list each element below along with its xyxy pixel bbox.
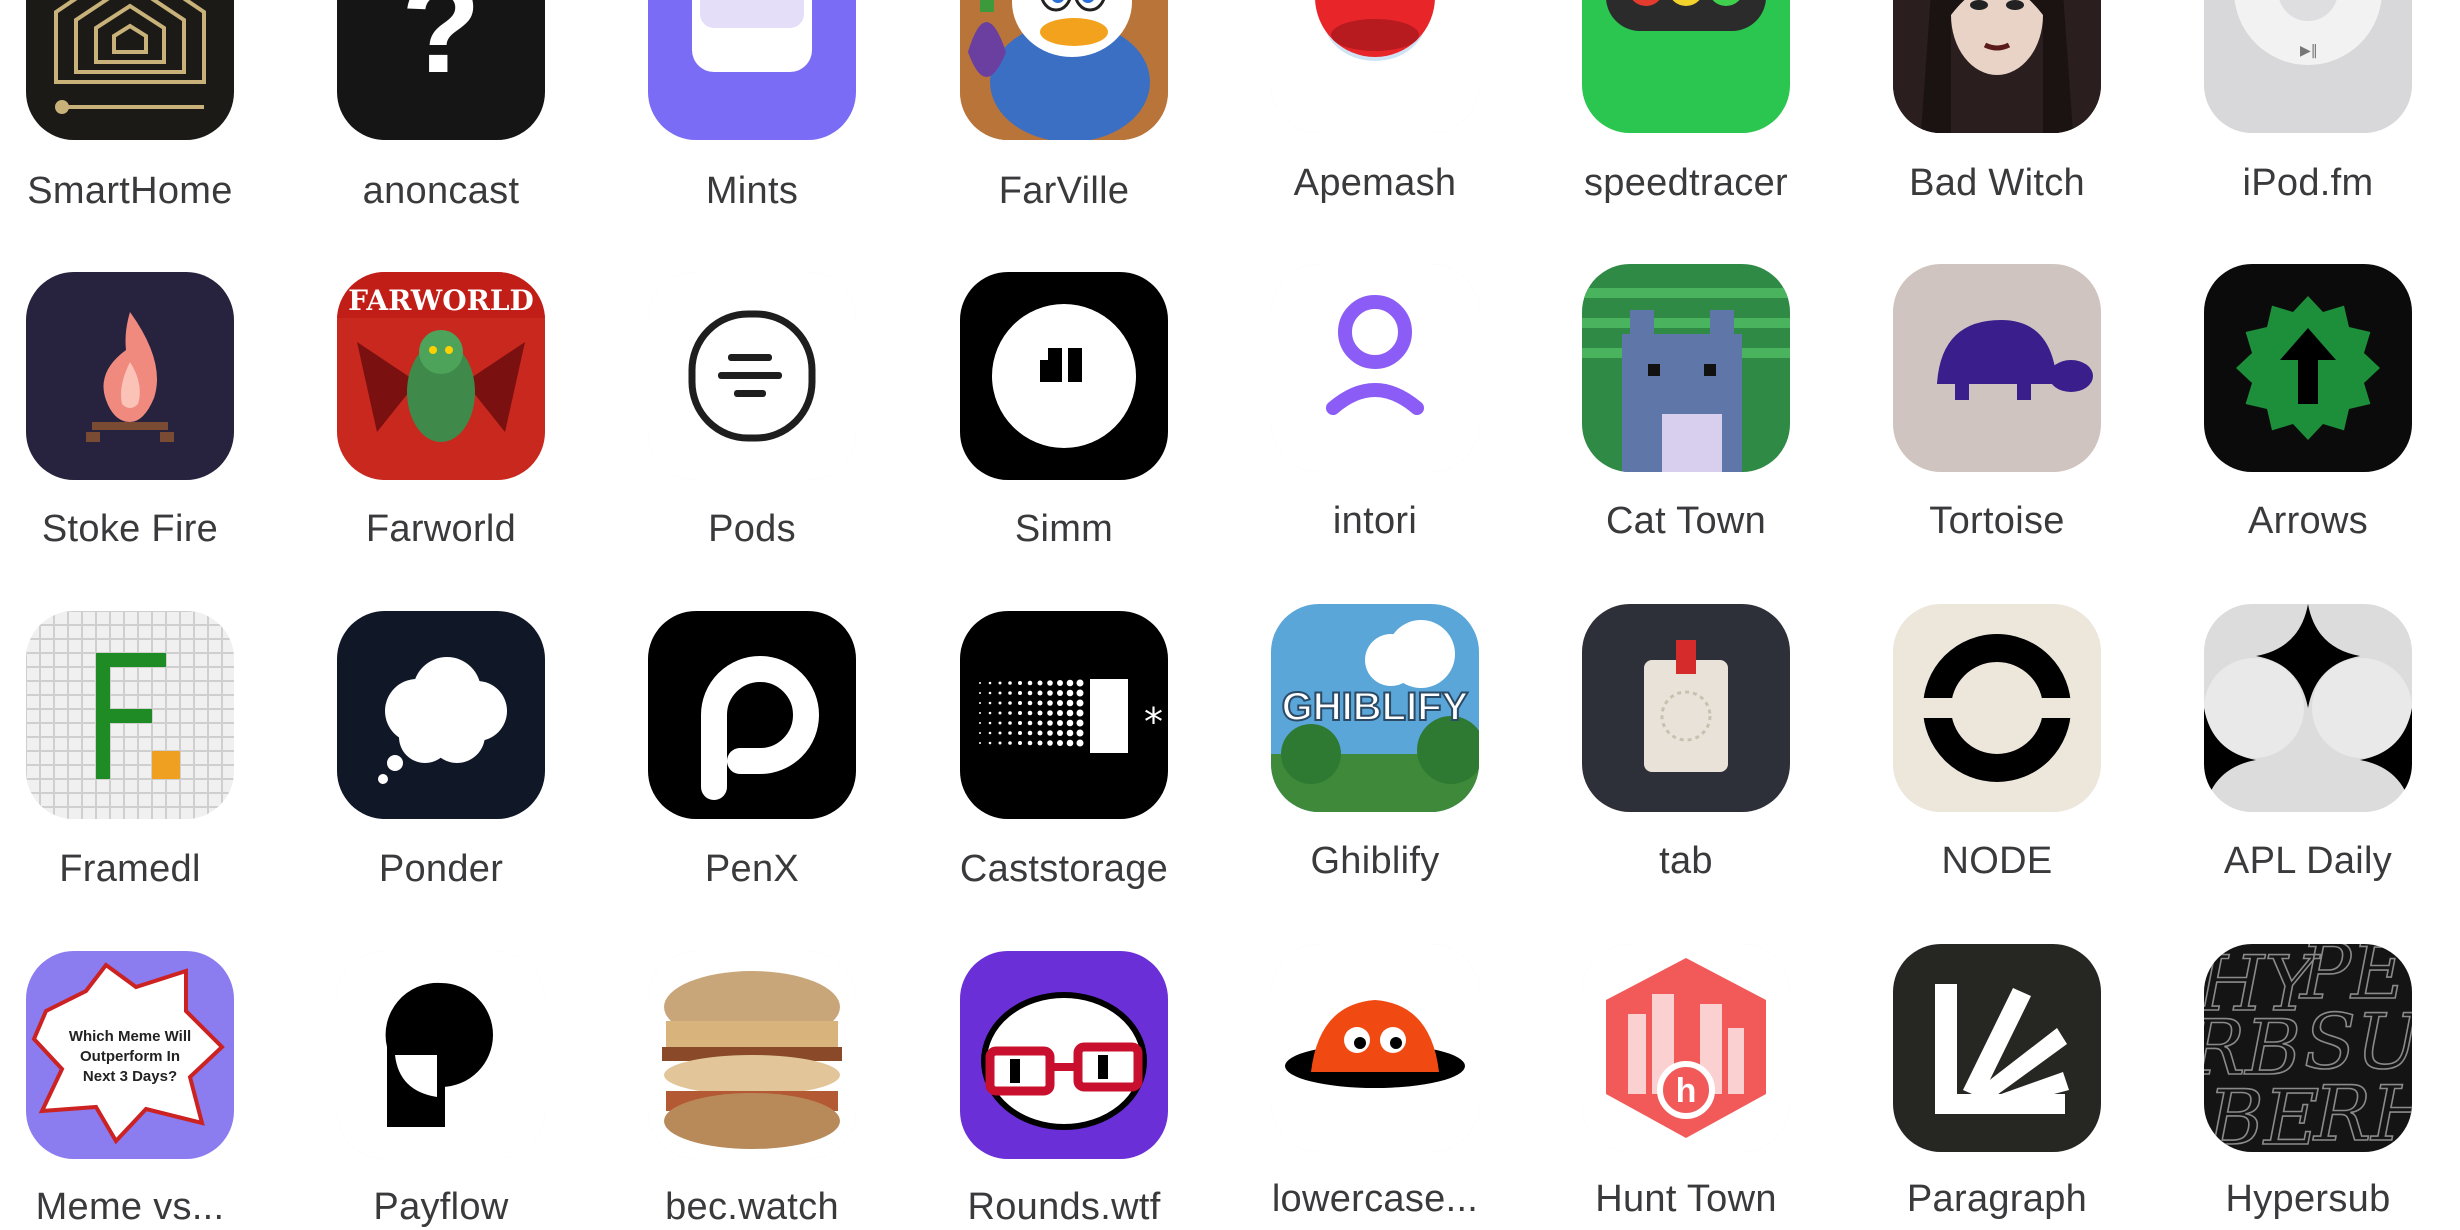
app-label: Ghiblify	[1310, 840, 1440, 882]
node-ring-icon[interactable]	[1893, 604, 2101, 812]
app-label: SmartHome	[27, 170, 233, 212]
thought-cloud-icon[interactable]	[337, 611, 545, 819]
intori-person-icon[interactable]	[1271, 264, 1479, 472]
svg-text:RH: RH	[2312, 1069, 2412, 1152]
app-label: Rounds.wtf	[967, 1186, 1161, 1228]
svg-text:FARWORLD: FARWORLD	[348, 284, 534, 317]
app-label: speedtracer	[1584, 162, 1788, 204]
mints-card-icon[interactable]	[648, 0, 856, 140]
orange-blob-icon[interactable]	[1271, 944, 1479, 1152]
ghiblify-icon[interactable]: GHIBLIFY	[1271, 604, 1479, 812]
payflow-shape-icon[interactable]	[337, 951, 545, 1159]
pixel-cat-icon[interactable]	[1582, 264, 1790, 472]
svg-text:⏮: ⏮	[2248, 0, 2262, 1]
question-mark-icon[interactable]: ?	[337, 0, 545, 140]
app-label: Stoke Fire	[41, 508, 219, 550]
app-label: intori	[1332, 500, 1418, 542]
app-label: Hunt Town	[1595, 1178, 1777, 1220]
penx-p-icon[interactable]	[648, 611, 856, 819]
app-label: iPod.fm	[2242, 162, 2374, 204]
ipod-wheel-icon[interactable]: ⏮ ⏭ ▶‖	[2204, 0, 2412, 133]
app-label: Framedl	[59, 848, 201, 890]
app-label: anoncast	[362, 170, 520, 212]
svg-text:*: *	[1144, 700, 1163, 744]
app-label: Tortoise	[1929, 500, 2065, 542]
app-label: Hypersub	[2225, 1178, 2391, 1220]
simm-circle-icon[interactable]	[960, 272, 1168, 480]
arrow-up-badge-icon[interactable]	[2204, 264, 2412, 472]
svg-text:h: h	[1676, 1072, 1697, 1110]
app-label: Farworld	[365, 508, 517, 550]
traffic-light-icon[interactable]	[1582, 0, 1790, 133]
svg-text:BE: BE	[2206, 1073, 2319, 1152]
pods-bubble-icon[interactable]	[648, 272, 856, 480]
dragon-icon[interactable]: FARWORLD	[337, 272, 545, 480]
app-label: APL Daily	[2223, 840, 2393, 882]
smarthome-icon[interactable]	[26, 0, 234, 140]
app-label: Paragraph	[1906, 1178, 2088, 1220]
app-label: Simm	[1014, 508, 1114, 550]
pixel-f-icon[interactable]	[26, 611, 234, 819]
svg-text:?: ?	[401, 0, 480, 100]
app-label: Bad Witch	[1909, 162, 2085, 204]
app-label: Pods	[708, 508, 796, 550]
app-label: Caststorage	[959, 848, 1169, 890]
app-label: Meme vs...	[35, 1186, 225, 1228]
hypersub-letters-icon[interactable]: HYPERBSUBERH	[2204, 944, 2412, 1152]
svg-text:⏭: ⏭	[2350, 0, 2364, 1]
app-label: Mints	[705, 170, 799, 212]
sandwich-icon[interactable]	[648, 951, 856, 1159]
red-button-icon[interactable]	[1271, 0, 1479, 133]
caststorage-icon[interactable]: *	[960, 611, 1168, 819]
hunt-town-icon[interactable]: h	[1582, 944, 1790, 1152]
ghiblify-icon-text: GHIBLIFY	[1282, 685, 1469, 729]
app-label: tab	[1659, 840, 1713, 882]
meme-burst-icon[interactable]: Which Meme Will Outperform In Next 3 Days?	[26, 951, 234, 1159]
app-label: lowercase...	[1271, 1178, 1479, 1220]
four-point-star-icon[interactable]	[2204, 604, 2412, 812]
app-label: NODE	[1941, 840, 2053, 882]
campfire-icon[interactable]	[26, 272, 234, 480]
app-label: PenX	[704, 848, 800, 890]
meme-icon-text: Which Meme Will Outperform In Next 3 Days?	[69, 1028, 191, 1085]
app-label: Ponder	[378, 848, 504, 890]
paragraph-rays-icon[interactable]	[1893, 944, 2101, 1152]
app-label: Payflow	[373, 1186, 509, 1228]
app-label: FarVille	[998, 170, 1130, 212]
app-label: bec.watch	[665, 1186, 839, 1228]
app-label: Apemash	[1293, 162, 1457, 204]
app-label: Arrows	[2247, 500, 2369, 542]
badge-tab-icon[interactable]	[1582, 604, 1790, 812]
glasses-face-icon[interactable]	[960, 951, 1168, 1159]
tortoise-icon[interactable]	[1893, 264, 2101, 472]
app-label: Cat Town	[1605, 500, 1767, 542]
svg-text:▶‖: ▶‖	[2300, 43, 2318, 59]
farville-duck-icon[interactable]	[960, 0, 1168, 140]
bad-witch-portrait-icon[interactable]	[1893, 0, 2101, 133]
